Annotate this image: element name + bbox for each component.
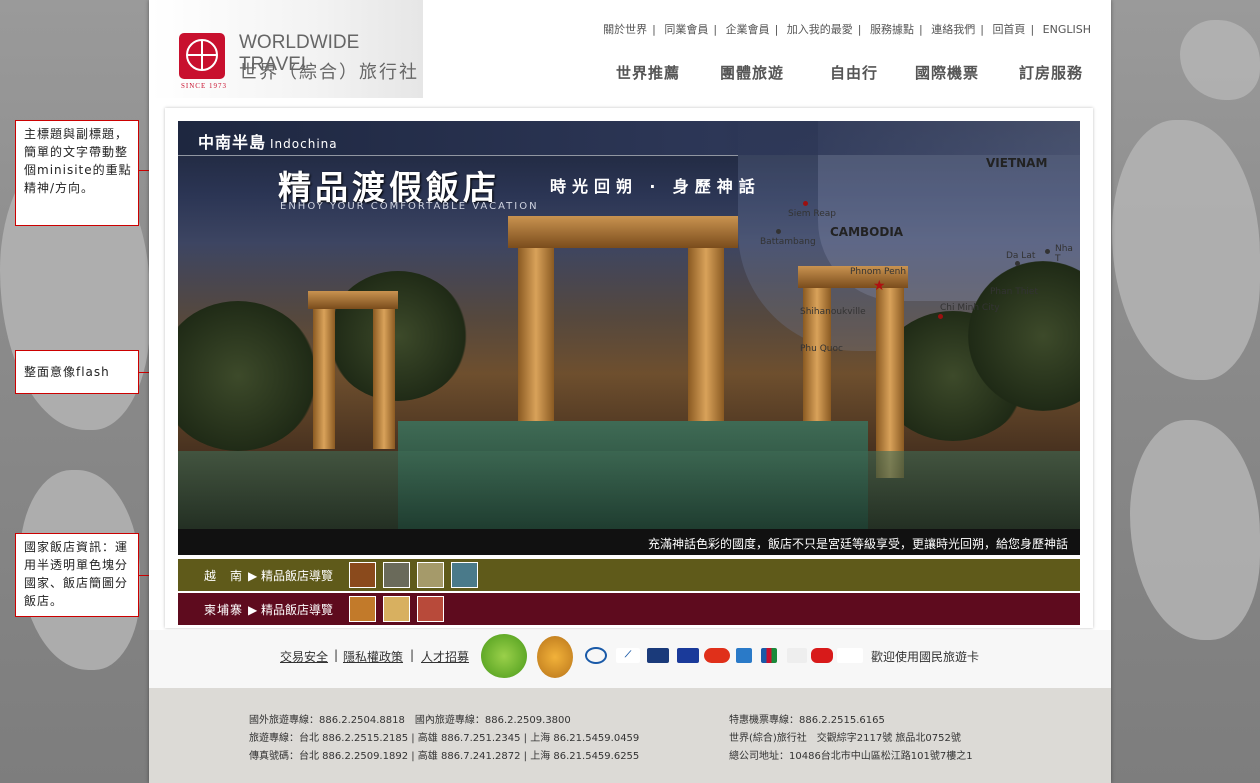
hotel-thumbnail[interactable]: [349, 562, 376, 588]
page-container: SINCE 1973 WORLDWIDE TRAVEL 世界（綜合）旅行社 關於…: [149, 0, 1111, 783]
green-channel-badge-icon: [481, 634, 527, 678]
contact-line: 特惠機票專線：886.2.2515.6165: [729, 715, 885, 726]
link-careers[interactable]: 人才招募: [421, 648, 469, 665]
content-panel: 中南半島 Indochina 精品渡假飯店 時光回朔 ‧ 身歷神話 ENHOY Y…: [165, 108, 1093, 628]
contact-line: 旅遊專線：台北 886.2.2515.2185 | 高雄 886.7.251.2…: [249, 733, 640, 744]
city-dot: [803, 201, 808, 206]
map-label-chi-minh: Chi Minh City: [940, 303, 1000, 313]
welcome-text: 歡迎使用國民旅遊卡: [871, 650, 980, 664]
hotel-guide-link[interactable]: ▶ 精品飯店導覽: [248, 601, 333, 618]
map-label-phan-thiet: Phan Thiet: [990, 287, 1038, 297]
map-label-phu-quoc: Phu Quoc: [800, 344, 843, 354]
hotel-thumbnail[interactable]: [349, 596, 376, 622]
nav-group-tours[interactable]: 團體旅遊: [720, 62, 784, 83]
welcome-logo-icon: [837, 648, 863, 663]
hero-flash[interactable]: 中南半島 Indochina 精品渡假飯店 時光回朔 ‧ 身歷神話 ENHOY Y…: [178, 121, 1080, 529]
jcb-logo-icon: [761, 648, 777, 663]
toplink-about[interactable]: 關於世界: [603, 23, 647, 36]
hotel-guide-link[interactable]: ▶ 精品飯店導覽: [248, 567, 333, 584]
map-label-cambodia: CAMBODIA: [830, 225, 904, 239]
map-label-vietnam: VIETNAM: [986, 156, 1048, 170]
toplink-contact[interactable]: 連絡我們: [931, 23, 975, 36]
hotel-thumbnail[interactable]: [417, 562, 444, 588]
toplink-agent[interactable]: 同業會員: [664, 23, 708, 36]
logo-since: SINCE 1973: [181, 82, 227, 90]
city-dot: [1015, 261, 1020, 266]
contact-line: 世界(綜合)旅行社 交觀綜字2117號 旅品北0752號: [729, 733, 961, 744]
annotation-hotel-info: 國家飯店資訊：運用半透明單色塊分國家、飯店簡圖分飯店。: [15, 533, 139, 617]
hotel-thumbnail[interactable]: [383, 562, 410, 588]
nav-recommend[interactable]: 世界推薦: [616, 62, 680, 83]
hero-region: 中南半島 Indochina: [198, 133, 338, 152]
airline-logo-icon: ⟋: [616, 648, 640, 663]
hotel-thumbnail[interactable]: [417, 596, 444, 622]
country-row-vietnam: 越 南 ▶ 精品飯店導覽: [178, 559, 1080, 591]
header: SINCE 1973 WORLDWIDE TRAVEL 世界（綜合）旅行社 關於…: [149, 0, 1111, 98]
hero-caption-bar: 充滿神話色彩的國度，飯店不只是宮廷等級享受，更讓時光回朔，給您身歷神話: [178, 529, 1080, 555]
map-label-phnom-penh: Phnom Penh: [850, 267, 907, 277]
visa-logo-icon: [677, 648, 699, 663]
map-label-sihanoukville: Shihanoukville: [800, 307, 866, 317]
country-name[interactable]: 越 南: [204, 567, 243, 584]
nav-hotel-booking[interactable]: 訂房服務: [1019, 62, 1083, 83]
iata-logo-icon: [647, 648, 669, 663]
logo[interactable]: SINCE 1973 WORLDWIDE TRAVEL 世界（綜合）旅行社: [151, 0, 423, 98]
security-logo-icon: [585, 647, 607, 664]
toplink-locations[interactable]: 服務據點: [870, 23, 914, 36]
contact-info: 國外旅遊專線：886.2.2504.8818 國內旅遊專線：886.2.2509…: [149, 688, 1111, 783]
nav-air-tickets[interactable]: 國際機票: [915, 62, 979, 83]
star-icon: ★: [873, 278, 886, 294]
map-label-da-lat: Da Lat: [1006, 251, 1036, 261]
toplink-english[interactable]: ENGLISH: [1043, 23, 1091, 36]
card-logo-icon: [811, 648, 833, 663]
country-name[interactable]: 柬埔寨: [204, 601, 243, 618]
main-nav: 世界推薦 團體旅遊 自由行 國際機票 訂房服務: [614, 62, 1094, 86]
diners-logo-icon: [787, 648, 807, 663]
city-dot: [1045, 249, 1050, 254]
contact-line: 國外旅遊專線：886.2.2504.8818 國內旅遊專線：886.2.2509…: [249, 715, 571, 726]
toplink-corporate[interactable]: 企業會員: [726, 23, 770, 36]
hotel-thumbnail[interactable]: [451, 562, 478, 588]
globe-logo-icon: [179, 33, 225, 79]
hero-caption: 充滿神話色彩的國度，飯店不只是宮廷等級享受，更讓時光回朔，給您身歷神話: [647, 537, 1068, 551]
toplink-favorite[interactable]: 加入我的最愛: [787, 23, 853, 36]
map-label-nha-trang: Nha T: [1055, 244, 1073, 264]
annotation-flash: 整面意像flash: [15, 350, 139, 394]
annotation-title: 主標題與副標題，簡單的文字帶動整個minisite的重點精神/方向。: [15, 120, 139, 226]
country-row-cambodia: 柬埔寨 ▶ 精品飯店導覽: [178, 593, 1080, 625]
contact-line: 傳真號碼：台北 886.2.2509.1892 | 高雄 886.7.241.2…: [249, 751, 640, 762]
link-transaction-safety[interactable]: 交易安全: [280, 648, 328, 665]
top-links: 關於世界 | 同業會員 | 企業會員 | 加入我的最愛 | 服務據點 | 連絡我們 | 回首…: [603, 23, 1091, 36]
map-label-battambang: Battambang: [760, 237, 816, 247]
city-dot: [938, 314, 943, 319]
hotel-thumbnail[interactable]: [383, 596, 410, 622]
amex-logo-icon: [736, 648, 752, 663]
logo-text-zh: 世界（綜合）旅行社: [239, 62, 419, 83]
mastercard-logo-icon: [704, 648, 730, 663]
hero-title-en: ENHOY YOUR COMFORTABLE VACATION: [280, 201, 539, 212]
trust-bar: 交易安全 | 隱私權政策 | 人才招募 ⟋ 歡迎使用國民旅遊卡: [149, 630, 1111, 688]
link-privacy[interactable]: 隱私權政策: [343, 648, 403, 665]
hero-subtitle: 時光回朔 ‧ 身歷神話: [550, 177, 761, 196]
toplink-home[interactable]: 回首頁: [992, 23, 1025, 36]
hitrust-badge-icon: [537, 636, 573, 678]
contact-line: 總公司地址：10486台北市中山區松江路101號7樓之1: [729, 751, 973, 762]
city-dot: [776, 229, 781, 234]
nav-free-travel[interactable]: 自由行: [830, 62, 878, 83]
map-label-siem-reap: Siem Reap: [788, 209, 836, 219]
